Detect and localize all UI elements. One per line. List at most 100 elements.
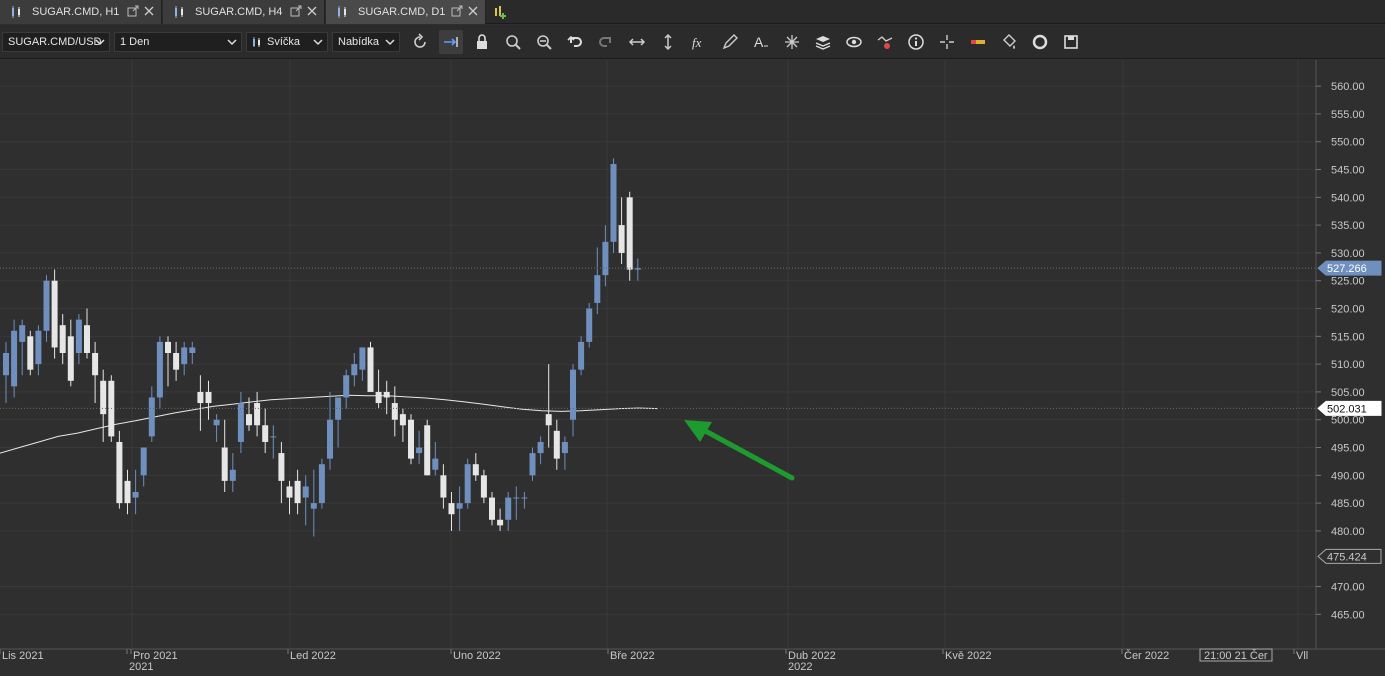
price-chart[interactable]: 560.00 555.00 550.00 545.00 540.00 535.00 530.… [0,60,1385,676]
crosshair-star-button[interactable] [780,30,804,54]
visibility-eye-button[interactable] [842,30,866,54]
price-tick-label: 470.00 [1331,582,1365,594]
candle-body [513,497,520,499]
fit-horizontal-button[interactable] [625,30,649,54]
candle-body [489,497,495,520]
tab-label: SUGAR.CMD, H1 [32,6,120,18]
cycle-button[interactable] [1028,30,1052,54]
draw-pencil-button[interactable] [718,30,742,54]
pop-out-icon[interactable] [127,5,139,17]
save-button[interactable] [1059,30,1083,54]
cursor-cross-button[interactable] [935,30,959,54]
redo-button[interactable] [594,30,618,54]
tab-label: SUGAR.CMD, H4 [195,6,283,18]
layers-button[interactable] [811,30,835,54]
candle-body [51,280,58,348]
price-type-value: Nabídka [338,36,379,48]
candle-body [521,497,528,499]
zoom-out-button[interactable] [532,30,556,54]
text-tool-icon: A [754,34,768,50]
chart-type-select[interactable]: Svíčka [246,32,328,52]
candle-body [205,391,212,404]
price-tick-label: 490.00 [1331,470,1365,482]
tab-sugar-h4[interactable]: SUGAR.CMD, H4 [163,0,325,24]
candle-body [27,336,34,370]
close-icon[interactable] [467,5,479,17]
candle-body [43,280,50,331]
alert-pattern-icon [877,36,893,49]
indicator-fx-button[interactable]: fx [687,30,711,54]
info-button[interactable] [904,30,928,54]
zoom-in-button[interactable] [501,30,525,54]
time-tick-label: Vll [1296,650,1308,662]
candle-body [383,391,390,398]
draw-pencil-icon [722,34,738,50]
undo-button[interactable] [563,30,587,54]
candle-body [327,419,333,459]
pop-out-icon[interactable] [451,5,463,17]
timeframe-value: 1 Den [120,36,150,48]
candle-body [391,403,398,420]
close-icon[interactable] [143,5,155,17]
price-tick-label: 505.00 [1331,387,1365,399]
paint-bucket-icon [1003,34,1016,49]
zoom-in-icon [506,35,521,50]
candle-body [67,336,74,381]
candle-body [310,503,317,509]
candle-body [545,414,552,426]
candle-body [294,480,301,504]
current-price-tag-text: 527.266 [1327,263,1367,275]
candle-body [570,369,576,420]
fit-vertical-button[interactable] [656,30,680,54]
text-tool-button[interactable]: A [749,30,773,54]
time-axis[interactable]: Lis 2021 Pro 20212021Led 2022 Uno 2022 Bře … [0,648,1385,676]
candle-body [594,275,601,303]
candle-body [359,347,366,370]
add-chart-tab-icon[interactable] [492,4,508,20]
candle-body [424,425,431,476]
candle [626,191,633,281]
candle-body [92,353,99,376]
paint-bucket-button[interactable] [997,30,1021,54]
price-tick-label: 525.00 [1331,276,1365,288]
candle-body [270,436,277,438]
candle-body [221,447,228,481]
tab-sugar-d1[interactable]: SUGAR.CMD, D1 [326,0,486,24]
price-tick-label: 510.00 [1331,359,1365,371]
candle-body [448,503,455,515]
candle-body [626,197,633,270]
time-tick-label: Čer 2022 [1124,649,1169,662]
candle-body [278,453,285,481]
symbol-select[interactable]: SUGAR.CMD/USD [2,32,110,52]
ruler-button[interactable] [966,30,990,54]
price-tick-label: 465.00 [1331,609,1365,621]
pop-out-icon[interactable] [290,5,302,17]
scroll-to-end-button[interactable] [439,30,463,54]
timeframe-select[interactable]: 1 Den [114,32,242,52]
price-type-select[interactable]: Nabídka [332,32,400,52]
chart-type-value: Svíčka [267,36,301,48]
close-icon[interactable] [306,5,318,17]
candle-body [343,375,350,398]
refresh-button[interactable] [408,30,432,54]
candle-body [286,486,293,498]
tab-sugar-h1[interactable]: SUGAR.CMD, H1 [0,0,162,24]
tab-bar: SUGAR.CMD, H1 SUGAR.CMD, H4 SUGAR.CMD, D… [0,0,1385,24]
time-tick-label: Kvě 2022 [945,650,991,662]
save-icon [1064,35,1078,49]
candle-body [173,353,180,370]
candle-body [165,341,171,353]
candle-body [3,353,9,376]
lock-button[interactable] [470,30,494,54]
alert-pattern-button[interactable] [873,30,897,54]
price-tick-label: 555.00 [1331,109,1365,121]
price-tick-label: 495.00 [1331,443,1365,455]
price-axis[interactable]: 560.00 555.00 550.00 545.00 540.00 535.00 530.… [1315,60,1385,650]
candle-body [156,341,163,398]
time-cursor-tag: 21:00 21 Čer [1199,648,1273,662]
price-tick-label: 560.00 [1331,81,1365,93]
undo-icon [567,35,582,47]
candle-body [254,403,261,426]
price-tick-label: 485.00 [1331,498,1365,510]
time-tick-label: Lis 2021 [2,650,44,662]
